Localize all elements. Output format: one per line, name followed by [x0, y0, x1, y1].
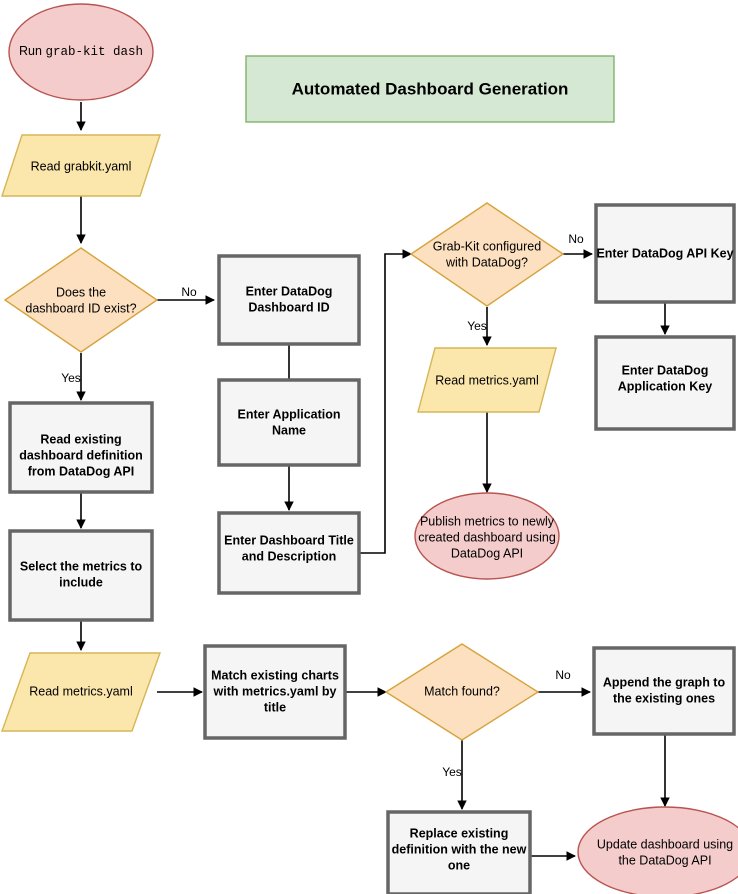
node-enter-title-desc-line1: Enter Dashboard Title	[224, 533, 354, 547]
node-start-label: Run grab-kit dash	[19, 44, 143, 59]
node-grabkit-configured-line2: with DataDog?	[445, 255, 528, 269]
edge-title-desc-to-grabkit-configured	[360, 249, 412, 554]
node-enter-api-key-label: Enter DataDog API Key	[596, 246, 733, 260]
node-replace-def: Replace existing definition with the new…	[386, 810, 532, 894]
node-grabkit-configured: Grab-Kit configured with DataDog?	[409, 202, 565, 307]
node-update-dashboard: Update dashboard using the DataDog API	[577, 806, 738, 894]
connectors	[76, 102, 670, 861]
node-read-existing-def: Read existing dashboard definition from …	[8, 401, 154, 494]
node-update-dashboard-line2: the DataDog API	[618, 853, 711, 867]
node-enter-app-key-line1: Enter DataDog	[622, 363, 709, 377]
node-publish-metrics: Publish metrics to newly created dashboa…	[414, 492, 560, 580]
node-read-metrics-left-label: Read metrics.yaml	[29, 684, 133, 698]
node-read-grabkit: Read grabkit.yaml	[1, 134, 161, 197]
node-select-metrics-line1: Select the metrics to	[20, 559, 143, 573]
node-enter-dashboard-id-line1: Enter DataDog	[246, 284, 333, 298]
node-select-metrics: Select the metrics to include	[8, 529, 154, 622]
node-match-charts-line1: Match existing charts	[211, 668, 339, 682]
node-publish-metrics-line2: created dashboard using	[418, 530, 556, 544]
node-match-found-label: Match found?	[424, 684, 500, 698]
node-enter-app-key-line2: Application Key	[618, 379, 713, 393]
node-enter-title-desc-line2: and Description	[242, 549, 336, 563]
node-publish-metrics-line1: Publish metrics to newly	[420, 514, 555, 528]
node-read-metrics-mid: Read metrics.yaml	[417, 347, 557, 413]
node-dashboard-id-exists-line1: Does the	[56, 285, 106, 299]
node-publish-metrics-line3: DataDog API	[451, 546, 523, 560]
node-read-grabkit-label: Read grabkit.yaml	[31, 159, 132, 173]
node-enter-app-name-line2: Name	[272, 423, 306, 437]
node-match-found: Match found?	[384, 643, 540, 741]
node-dashboard-id-exists: Does the dashboard ID exist?	[3, 247, 159, 353]
node-start: Run grab-kit dash	[8, 3, 154, 101]
node-enter-api-key: Enter DataDog API Key	[594, 203, 736, 304]
node-start-label-prefix: Run	[19, 44, 45, 58]
node-read-metrics-left: Read metrics.yaml	[1, 652, 161, 732]
edge-label-match-yes: Yes	[442, 765, 462, 779]
title-box: Automated Dashboard Generation	[245, 55, 615, 123]
node-dashboard-id-exists-line2: dashboard ID exist?	[25, 301, 136, 315]
edge-label-dashboard-id-no: No	[181, 285, 197, 299]
node-read-existing-def-line3: from DataDog API	[28, 464, 135, 478]
node-enter-dashboard-id: Enter DataDog Dashboard ID	[217, 254, 361, 346]
flowchart-svg: Automated Dashboard Generation Run grab-…	[1, 3, 738, 894]
node-read-existing-def-line2: dashboard definition	[19, 448, 143, 462]
node-enter-title-desc: Enter Dashboard Title and Description	[217, 511, 361, 595]
node-enter-dashboard-id-line2: Dashboard ID	[248, 300, 329, 314]
node-read-existing-def-line1: Read existing	[40, 432, 121, 446]
node-grabkit-configured-line1: Grab-Kit configured	[433, 239, 541, 253]
node-read-metrics-mid-label: Read metrics.yaml	[435, 373, 539, 387]
page-title: Automated Dashboard Generation	[292, 79, 569, 98]
node-enter-app-name-line1: Enter Application	[237, 407, 340, 421]
node-append-graph-line2: the existing ones	[613, 691, 715, 705]
node-enter-app-key: Enter DataDog Application Key	[594, 335, 736, 431]
node-replace-def-line2: definition with the new	[392, 842, 527, 856]
node-select-metrics-line2: include	[59, 575, 103, 589]
node-replace-def-line1: Replace existing	[410, 826, 509, 840]
node-append-graph: Append the graph to the existing ones	[592, 646, 736, 736]
node-append-graph-line1: Append the graph to	[603, 675, 726, 689]
edge-label-grabkit-yes: Yes	[467, 319, 487, 333]
node-replace-def-line3: one	[448, 858, 470, 872]
node-start-label-code: grab-kit dash	[45, 45, 143, 59]
node-update-dashboard-line1: Update dashboard using	[597, 837, 733, 851]
edge-label-match-no: No	[555, 668, 571, 682]
flowchart-canvas: Automated Dashboard Generation Run grab-…	[0, 0, 738, 894]
node-match-charts: Match existing charts with metrics.yaml …	[203, 644, 347, 740]
node-match-charts-line3: title	[264, 700, 286, 714]
edge-label-dashboard-id-yes: Yes	[61, 371, 81, 385]
node-enter-app-name: Enter Application Name	[217, 378, 361, 467]
edge-label-grabkit-no: No	[568, 232, 584, 246]
node-match-charts-line2: with metrics.yaml by	[213, 684, 337, 698]
